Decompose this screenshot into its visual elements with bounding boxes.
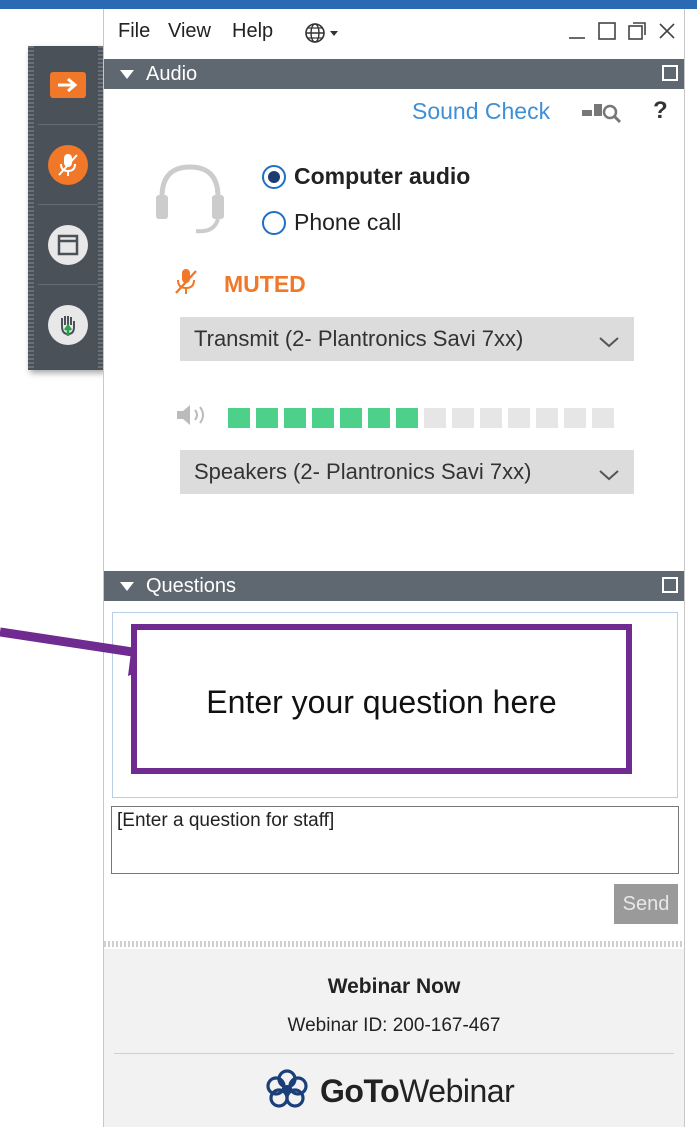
audio-settings-icon[interactable] xyxy=(580,100,624,129)
audio-help-button[interactable]: ? xyxy=(653,97,668,125)
level-segment-inactive xyxy=(564,407,586,428)
transmit-device-value: Transmit (2- Plantronics Savi 7xx) xyxy=(194,326,524,351)
phone-call-option[interactable]: Phone call xyxy=(262,209,401,236)
collapse-triangle-icon xyxy=(120,581,134,591)
webinar-control-panel: File View Help Audio Sound Check ? Compu… xyxy=(103,9,685,1127)
gotowebinar-logo: GoToWebinar xyxy=(264,1069,515,1114)
menu-file[interactable]: File xyxy=(118,20,150,43)
audio-section-title: Audio xyxy=(146,62,198,85)
level-segment-active xyxy=(368,407,390,428)
level-segment-inactive xyxy=(592,407,614,428)
level-segment-active xyxy=(396,407,418,428)
collapse-panel-button[interactable] xyxy=(38,46,98,125)
window-icon xyxy=(48,225,88,265)
computer-audio-option[interactable]: Computer audio xyxy=(262,163,470,190)
collapse-triangle-icon xyxy=(120,69,134,79)
brand-webinar: Webinar xyxy=(399,1073,515,1109)
chevron-down-icon xyxy=(598,462,620,488)
brand-goto: GoTo xyxy=(320,1073,400,1109)
annotation-text: Enter your question here xyxy=(206,683,557,720)
chevron-down-icon xyxy=(598,329,620,355)
menu-help[interactable]: Help xyxy=(232,20,273,43)
level-bars xyxy=(228,407,614,428)
mic-muted-icon xyxy=(174,267,198,302)
arrow-right-icon xyxy=(50,72,86,98)
webinar-title: Webinar Now xyxy=(327,975,461,998)
minimize-icon[interactable] xyxy=(564,17,590,45)
grab-handle-left[interactable] xyxy=(28,46,34,370)
level-segment-inactive xyxy=(508,407,530,428)
webinar-id: Webinar ID: 200-167-467 xyxy=(287,1015,501,1036)
control-panel-strip xyxy=(28,46,104,370)
level-segment-active xyxy=(284,407,306,428)
gotowebinar-flower-icon xyxy=(264,1069,310,1114)
sound-check-link[interactable]: Sound Check xyxy=(412,98,550,125)
screen-view-button[interactable] xyxy=(38,206,98,285)
level-segment-active xyxy=(228,407,250,428)
questions-section-header[interactable]: Questions xyxy=(104,571,684,601)
raise-hand-icon xyxy=(48,305,88,345)
footer-divider xyxy=(114,1053,674,1054)
webinar-info-footer: Webinar Now Webinar ID: 200-167-467 GoTo… xyxy=(104,949,684,1127)
maximize-icon[interactable] xyxy=(594,17,620,45)
speaker-device-value: Speakers (2- Plantronics Savi 7xx) xyxy=(194,459,532,484)
speaker-device-select[interactable]: Speakers (2- Plantronics Savi 7xx) xyxy=(180,450,634,494)
transmit-device-select[interactable]: Transmit (2- Plantronics Savi 7xx) xyxy=(180,317,634,361)
muted-label: MUTED xyxy=(224,271,306,297)
popout-icon[interactable] xyxy=(662,65,678,81)
question-input[interactable]: [Enter a question for staff] xyxy=(111,806,679,874)
questions-section-title: Questions xyxy=(146,574,237,597)
computer-audio-label: Computer audio xyxy=(294,163,471,189)
background-band xyxy=(0,0,697,9)
radio-selected-icon[interactable] xyxy=(262,164,286,189)
annotation-callout-box: Enter your question here xyxy=(131,624,632,774)
speaker-volume-icon xyxy=(174,402,214,433)
language-globe-icon[interactable] xyxy=(304,21,344,50)
audio-section-header[interactable]: Audio xyxy=(104,59,684,89)
send-button[interactable]: Send xyxy=(614,884,678,924)
level-segment-active xyxy=(340,407,362,428)
radio-unselected-icon[interactable] xyxy=(262,210,286,235)
level-segment-inactive xyxy=(452,407,474,428)
level-segment-inactive xyxy=(424,407,446,428)
popout-icon[interactable] xyxy=(662,577,678,593)
close-icon[interactable] xyxy=(654,17,680,45)
menu-view[interactable]: View xyxy=(168,20,211,43)
raise-hand-button[interactable] xyxy=(38,286,98,364)
phone-call-label: Phone call xyxy=(294,209,402,235)
speaker-level-meter xyxy=(174,402,614,433)
popout-window-icon[interactable] xyxy=(624,17,650,45)
level-segment-active xyxy=(256,407,278,428)
level-segment-inactive xyxy=(480,407,502,428)
panel-divider xyxy=(104,941,684,947)
level-segment-active xyxy=(312,407,334,428)
mic-muted-icon xyxy=(48,145,88,185)
level-segment-inactive xyxy=(536,407,558,428)
mute-toggle-button[interactable] xyxy=(38,126,98,205)
mic-status: MUTED xyxy=(174,267,306,302)
menu-bar: File View Help xyxy=(104,9,684,57)
headset-icon xyxy=(152,157,228,242)
